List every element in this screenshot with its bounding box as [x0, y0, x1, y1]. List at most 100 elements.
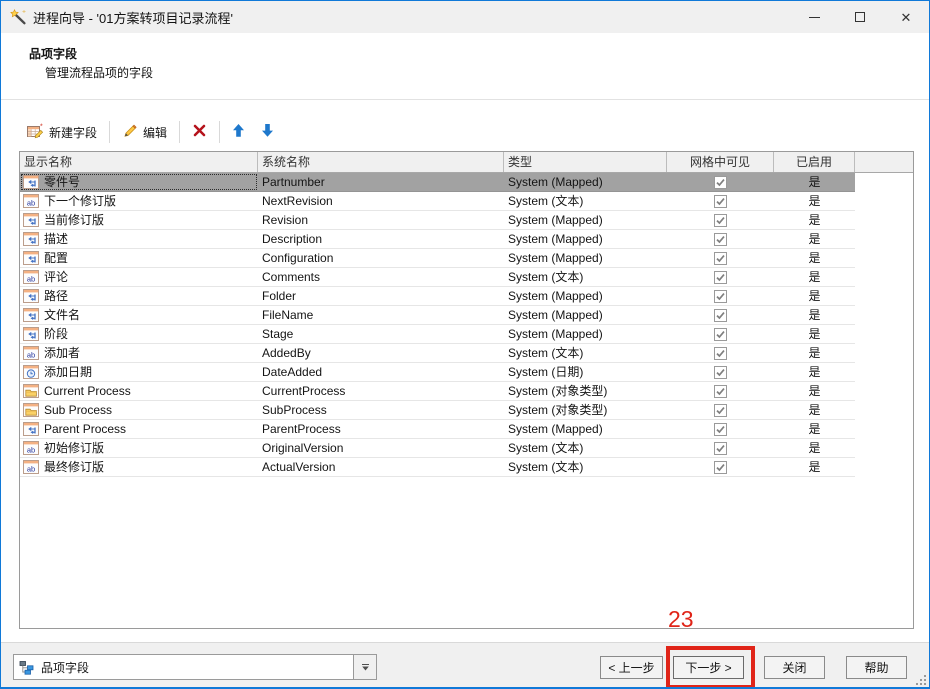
- close-dialog-button[interactable]: 关闭: [764, 656, 825, 679]
- table-row[interactable]: 路径FolderSystem (Mapped)是: [20, 287, 855, 306]
- system-name: OriginalVersion: [258, 439, 504, 457]
- fields-grid: 显示名称 系统名称 类型 网格中可见 已启用 零件号PartnumberSyst…: [19, 151, 914, 629]
- column-header-type[interactable]: 类型: [504, 152, 667, 172]
- visible-checkbox[interactable]: [714, 385, 727, 398]
- visible-checkbox[interactable]: [714, 404, 727, 417]
- system-name: Folder: [258, 287, 504, 305]
- visible-checkbox[interactable]: [714, 347, 727, 360]
- visible-checkbox[interactable]: [714, 309, 727, 322]
- visible-checkbox[interactable]: [714, 176, 727, 189]
- table-row[interactable]: Current ProcessCurrentProcessSystem (对象类…: [20, 382, 855, 401]
- move-up-button[interactable]: [224, 119, 253, 145]
- enabled-value: 是: [774, 382, 855, 400]
- display-name-cell: 路径: [20, 287, 258, 305]
- visible-checkbox[interactable]: [714, 195, 727, 208]
- visible-checkbox[interactable]: [714, 290, 727, 303]
- display-name-cell: ab初始修订版: [20, 439, 258, 457]
- svg-text:ab: ab: [27, 350, 35, 359]
- column-header-grid-visible[interactable]: 网格中可见: [667, 152, 774, 172]
- enabled-value: 是: [774, 363, 855, 381]
- table-row[interactable]: 文件名FileNameSystem (Mapped)是: [20, 306, 855, 325]
- system-name: Configuration: [258, 249, 504, 267]
- enabled-value: 是: [774, 268, 855, 286]
- visible-checkbox[interactable]: [714, 442, 727, 455]
- maximize-button[interactable]: [837, 1, 883, 33]
- close-button[interactable]: ✕: [883, 1, 929, 33]
- close-icon: ✕: [901, 11, 912, 24]
- column-header-system-name[interactable]: 系统名称: [258, 152, 504, 172]
- display-name-cell: ab评论: [20, 268, 258, 286]
- table-row[interactable]: ab最终修订版ActualVersionSystem (文本)是: [20, 458, 855, 477]
- system-name: SubProcess: [258, 401, 504, 419]
- next-button[interactable]: 下一步 >: [673, 656, 744, 679]
- field-type: System (Mapped): [504, 306, 667, 324]
- display-name-cell: 文件名: [20, 306, 258, 324]
- table-row[interactable]: ab初始修订版OriginalVersionSystem (文本)是: [20, 439, 855, 458]
- table-row[interactable]: ab评论CommentsSystem (文本)是: [20, 268, 855, 287]
- field-type: System (文本): [504, 192, 667, 210]
- table-row[interactable]: ab添加者AddedBySystem (文本)是: [20, 344, 855, 363]
- table-row[interactable]: 配置ConfigurationSystem (Mapped)是: [20, 249, 855, 268]
- table-row[interactable]: 当前修订版RevisionSystem (Mapped)是: [20, 211, 855, 230]
- visible-checkbox[interactable]: [714, 423, 727, 436]
- grid-visible-cell: [667, 271, 774, 284]
- grid-visible-cell: [667, 252, 774, 265]
- visible-checkbox[interactable]: [714, 271, 727, 284]
- visible-checkbox[interactable]: [714, 214, 727, 227]
- toolbar-separator: [179, 121, 180, 143]
- visible-checkbox[interactable]: [714, 328, 727, 341]
- column-header-enabled[interactable]: 已启用: [774, 152, 855, 172]
- system-name: ParentProcess: [258, 420, 504, 438]
- table-row[interactable]: Sub ProcessSubProcessSystem (对象类型)是: [20, 401, 855, 420]
- wizard-step-combobox[interactable]: 品项字段: [13, 654, 377, 680]
- table-row[interactable]: Parent ProcessParentProcessSystem (Mappe…: [20, 420, 855, 439]
- enabled-value: 是: [774, 249, 855, 267]
- enabled-value: 是: [774, 287, 855, 305]
- svg-text:ab: ab: [27, 464, 35, 473]
- display-name-cell: 配置: [20, 249, 258, 267]
- visible-checkbox[interactable]: [714, 461, 727, 474]
- grid-visible-cell: [667, 233, 774, 246]
- visible-checkbox[interactable]: [714, 366, 727, 379]
- column-header-display-name[interactable]: 显示名称: [20, 152, 258, 172]
- display-name: Parent Process: [44, 420, 126, 438]
- display-name-cell: Parent Process: [20, 420, 258, 438]
- text-icon: ab: [23, 194, 39, 208]
- grid-visible-cell: [667, 328, 774, 341]
- display-name: 路径: [44, 287, 68, 305]
- delete-field-button[interactable]: [184, 119, 215, 145]
- grid-visible-cell: [667, 442, 774, 455]
- mapped-icon: [23, 422, 39, 436]
- help-button[interactable]: 帮助: [846, 656, 907, 679]
- table-row[interactable]: 添加日期DateAddedSystem (日期)是: [20, 363, 855, 382]
- toolbar-separator: [219, 121, 220, 143]
- combobox-dropdown-button[interactable]: [353, 655, 376, 679]
- enabled-value: 是: [774, 401, 855, 419]
- grid-header: 显示名称 系统名称 类型 网格中可见 已启用: [20, 152, 913, 173]
- edit-field-button[interactable]: 编辑: [114, 119, 175, 145]
- move-down-button[interactable]: [253, 119, 282, 145]
- move-up-icon: [232, 123, 245, 141]
- resize-grip[interactable]: [915, 674, 927, 686]
- new-field-button[interactable]: * 新建字段: [19, 119, 105, 145]
- new-field-icon: *: [27, 123, 44, 142]
- table-row[interactable]: ab下一个修订版NextRevisionSystem (文本)是: [20, 192, 855, 211]
- display-name-cell: 添加日期: [20, 363, 258, 381]
- visible-checkbox[interactable]: [714, 233, 727, 246]
- field-type: System (对象类型): [504, 382, 667, 400]
- object-icon: [23, 384, 39, 398]
- table-row[interactable]: 描述DescriptionSystem (Mapped)是: [20, 230, 855, 249]
- table-row[interactable]: 阶段StageSystem (Mapped)是: [20, 325, 855, 344]
- table-row[interactable]: 零件号PartnumberSystem (Mapped)是: [20, 173, 855, 192]
- wizard-page-header: 品项字段 管理流程品项的字段: [1, 34, 929, 100]
- edit-icon: [122, 123, 138, 142]
- page-subtitle: 管理流程品项的字段: [45, 64, 153, 81]
- back-button[interactable]: < 上一步: [600, 656, 663, 679]
- enabled-value: 是: [774, 458, 855, 476]
- minimize-button[interactable]: [791, 1, 837, 33]
- system-name: Revision: [258, 211, 504, 229]
- process-wizard-dialog: 进程向导 - '01方案转项目记录流程' ✕ 品项字段 管理流程品项的字段 *: [0, 0, 930, 689]
- window-title: 进程向导 - '01方案转项目记录流程': [33, 8, 233, 27]
- visible-checkbox[interactable]: [714, 252, 727, 265]
- grid-visible-cell: [667, 309, 774, 322]
